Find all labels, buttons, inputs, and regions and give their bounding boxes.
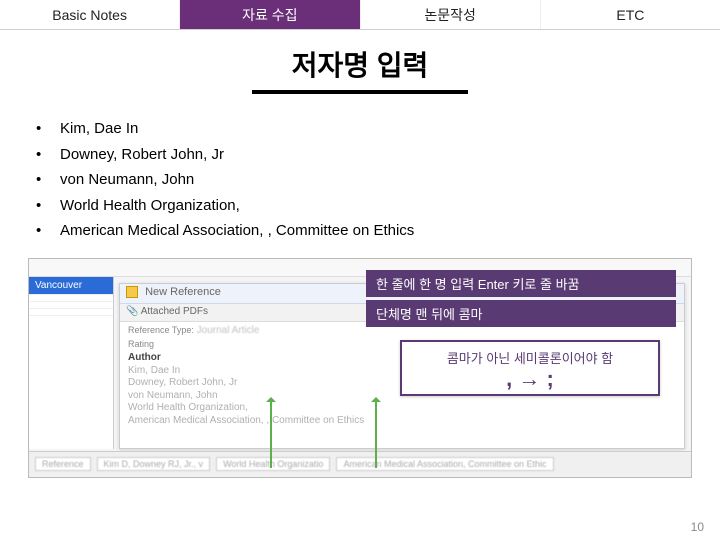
callout-text: 콤마가 아닌 세미콜론이어야 함 — [412, 348, 648, 367]
callout-line: 단체명 맨 뒤에 콤마 — [366, 300, 676, 327]
tab-etc[interactable]: ETC — [540, 0, 720, 29]
panel-item[interactable] — [29, 302, 113, 309]
author-entry: World Health Organization, — [128, 402, 676, 415]
callout-semicolon: 콤마가 아닌 세미콜론이어야 함 , → ; — [400, 340, 660, 396]
preview-seg: American Medical Association, Committee … — [336, 457, 553, 471]
left-panel: Vancouver — [29, 277, 114, 449]
attached-tab-label: Attached PDFs — [141, 306, 208, 317]
list-item: Downey, Robert John, Jr — [36, 142, 720, 168]
slide-number: 10 — [691, 520, 704, 534]
arrow-icon — [270, 400, 272, 468]
panel-item[interactable] — [29, 295, 113, 302]
preview-tab[interactable]: Reference — [35, 457, 91, 471]
callout-rules: 한 줄에 한 명 입력 Enter 키로 줄 바꿈 단체명 맨 뒤에 콤마 — [366, 270, 676, 330]
author-entry: American Medical Association, , Committe… — [128, 415, 676, 428]
panel-selected-item[interactable]: Vancouver — [29, 277, 113, 295]
ref-type-value[interactable]: Journal Article — [197, 325, 260, 336]
tab-paper-writing[interactable]: 논문작성 — [360, 0, 540, 29]
list-item: World Health Organization, — [36, 193, 720, 219]
list-item: Kim, Dae In — [36, 116, 720, 142]
callout-line: 한 줄에 한 명 입력 Enter 키로 줄 바꿈 — [366, 270, 676, 297]
list-item: von Neumann, John — [36, 167, 720, 193]
list-item: American Medical Association, , Committe… — [36, 218, 720, 244]
preview-seg: World Health Organizatio — [216, 457, 330, 471]
ref-type-label: Reference Type: — [128, 325, 194, 335]
panel-item[interactable] — [29, 309, 113, 316]
arrow-icon — [375, 400, 377, 468]
paperclip-icon: 📎 — [126, 306, 138, 317]
preview-bar: Reference Kim D, Downey RJ, Jr., v World… — [29, 451, 691, 477]
top-tabs: Basic Notes 자료 수집 논문작성 ETC — [0, 0, 720, 30]
window-title: New Reference — [145, 286, 221, 298]
callout-symbol: , → ; — [412, 367, 648, 390]
preview-seg: Kim D, Downey RJ, Jr., v — [97, 457, 211, 471]
page-title: 저자명 입력 — [252, 44, 469, 94]
author-examples-list: Kim, Dae In Downey, Robert John, Jr von … — [36, 116, 720, 244]
tab-data-collect[interactable]: 자료 수집 — [179, 0, 359, 29]
title-wrap: 저자명 입력 — [0, 44, 720, 94]
new-ref-icon — [126, 286, 138, 298]
tab-basic-notes[interactable]: Basic Notes — [0, 0, 179, 29]
